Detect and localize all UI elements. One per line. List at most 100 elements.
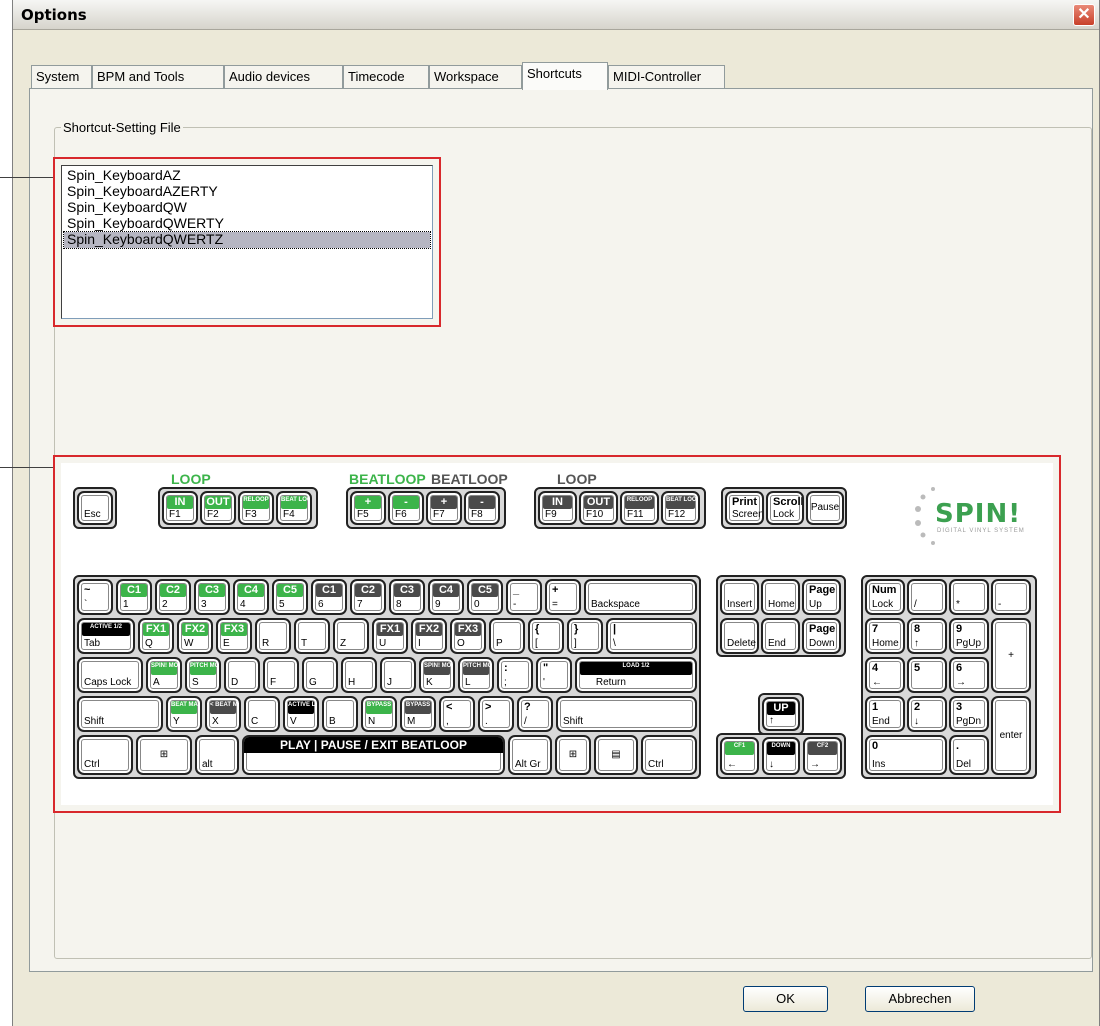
key-tab[interactable]: ACTIVE 1/2 Tab [77, 618, 135, 654]
key-bracket[interactable]: {[ [528, 618, 564, 654]
key-backspace[interactable]: Backspace [584, 579, 697, 615]
tab-timecode[interactable]: Timecode [343, 65, 429, 89]
key-punct[interactable]: ? / [517, 696, 553, 732]
key-space[interactable]: PLAY | PAUSE / EXIT BEATLOOP [242, 735, 505, 775]
key-numpad[interactable]: * [949, 579, 989, 615]
key-u[interactable]: FX1 U [372, 618, 408, 654]
key-digit-9[interactable]: C4 9 [428, 579, 464, 615]
key-numpad[interactable]: 6 → [949, 657, 989, 693]
key-t[interactable]: T [294, 618, 330, 654]
key-o[interactable]: FX3 O [450, 618, 486, 654]
key-bracket[interactable]: }] [567, 618, 603, 654]
key-numpad[interactable]: 3 PgDn [949, 696, 989, 732]
key-k[interactable]: SPIN! MODEK [419, 657, 455, 693]
key-print-screen[interactable]: Print Screen [725, 491, 764, 525]
key-arrow-right[interactable]: CF2 → [803, 737, 842, 775]
key-l[interactable]: PITCH MODEL [458, 657, 494, 693]
key-y[interactable]: BEAT MATCH >Y [166, 696, 202, 732]
key-symbol[interactable]: _ - [506, 579, 542, 615]
key-numpad[interactable]: - [991, 579, 1031, 615]
key-f12[interactable]: BEAT LOOP F12 [661, 491, 700, 525]
key-numpad[interactable]: 9 PgUp [949, 618, 989, 654]
key-x[interactable]: < BEAT MATCHX [205, 696, 241, 732]
key-f7[interactable]: + F7 [426, 491, 462, 525]
list-item[interactable]: Spin_KeyboardAZ [64, 168, 430, 184]
key-j[interactable]: J [380, 657, 416, 693]
close-button[interactable]: ✕ [1073, 4, 1095, 26]
key-digit-1[interactable]: C1 1 [116, 579, 152, 615]
key-numpad[interactable]: 1 End [865, 696, 905, 732]
key-numpad[interactable]: 7 Home [865, 618, 905, 654]
key-arrow-left[interactable]: CF1 ← [720, 737, 759, 775]
key-digit-0[interactable]: C5 0 [467, 579, 503, 615]
list-item[interactable]: Spin_KeyboardQWERTY [64, 216, 430, 232]
key-f4[interactable]: BEAT LOOPF4 [276, 491, 312, 525]
key-e[interactable]: FX3 E [216, 618, 252, 654]
key-caps-lock[interactable]: Caps Lock [77, 657, 143, 693]
ok-button[interactable]: OK [743, 986, 828, 1012]
key-m[interactable]: BYPASS M [400, 696, 436, 732]
key-f[interactable]: F [263, 657, 299, 693]
key-s[interactable]: PITCH MODES [185, 657, 221, 693]
key-f5[interactable]: + F5 [350, 491, 386, 525]
key-digit-7[interactable]: C2 7 [350, 579, 386, 615]
key-f1[interactable]: IN F1 [162, 491, 198, 525]
key-digit-4[interactable]: C4 4 [233, 579, 269, 615]
key-f9[interactable]: IN F9 [538, 491, 577, 525]
key-punct[interactable]: <, [439, 696, 475, 732]
key-windows-left[interactable]: ⊞ [136, 735, 192, 775]
list-item[interactable]: Spin_KeyboardQW [64, 200, 430, 216]
key-alt-gr[interactable]: Alt Gr [508, 735, 552, 775]
key-nav[interactable]: End [761, 618, 800, 654]
tab-shortcuts[interactable]: Shortcuts [522, 62, 608, 90]
key-numpad[interactable]: 4 ← [865, 657, 905, 693]
key-n[interactable]: BYPASS N [361, 696, 397, 732]
list-item[interactable]: Spin_KeyboardAZERTY [64, 184, 430, 200]
key-menu[interactable]: ▤ [594, 735, 638, 775]
key-symbol[interactable]: + = [545, 579, 581, 615]
key-ctrl-right[interactable]: Ctrl [641, 735, 697, 775]
key-pause[interactable]: Pause [806, 491, 844, 525]
key-nav[interactable]: Delete [720, 618, 759, 654]
key-digit-6[interactable]: C1 6 [311, 579, 347, 615]
key-f10[interactable]: OUT F10 [579, 491, 618, 525]
key-numpad-enter[interactable]: enter [991, 696, 1031, 775]
key-digit-3[interactable]: C3 3 [194, 579, 230, 615]
key-numpad-del[interactable]: . Del [949, 735, 989, 775]
key-arrow-up[interactable]: UP ↑ [762, 697, 800, 731]
key-r[interactable]: R [255, 618, 291, 654]
tab-workspace[interactable]: Workspace [429, 65, 522, 89]
key-nav[interactable]: Page Up [802, 579, 841, 615]
key-b[interactable]: B [322, 696, 358, 732]
key-digit-5[interactable]: C5 5 [272, 579, 308, 615]
cancel-button[interactable]: Abbrechen [865, 986, 975, 1012]
tab-bpm-and-tools[interactable]: BPM and Tools [92, 65, 224, 89]
key-arrow-down[interactable]: DOWN ↓ [762, 737, 800, 775]
key-nav[interactable]: Home [761, 579, 800, 615]
key-numpad[interactable]: / [907, 579, 947, 615]
key-f2[interactable]: OUT F2 [200, 491, 236, 525]
key-i[interactable]: FX2 I [411, 618, 447, 654]
key-symbol[interactable]: ~ ` [77, 579, 113, 615]
key-backslash[interactable]: | \ [606, 618, 697, 654]
key-nav[interactable]: Insert [720, 579, 759, 615]
key-windows-right[interactable]: ⊞ [555, 735, 591, 775]
shortcut-file-list[interactable]: Spin_KeyboardAZ Spin_KeyboardAZERTY Spin… [61, 165, 433, 319]
key-shift-left[interactable]: Shift [77, 696, 163, 732]
key-p[interactable]: P [489, 618, 525, 654]
key-punct[interactable]: " ' [536, 657, 572, 693]
key-f8[interactable]: - F8 [464, 491, 500, 525]
key-esc[interactable]: Esc [77, 491, 113, 525]
key-w[interactable]: FX2 W [177, 618, 213, 654]
key-h[interactable]: H [341, 657, 377, 693]
key-scroll-lock[interactable]: Scroll Lock [766, 491, 804, 525]
key-digit-8[interactable]: C3 8 [389, 579, 425, 615]
key-c[interactable]: C [244, 696, 280, 732]
list-item-selected[interactable]: Spin_KeyboardQWERTZ [63, 231, 431, 249]
key-numpad[interactable]: 5 [907, 657, 947, 693]
key-numpad[interactable]: 2 ↓ [907, 696, 947, 732]
tab-midi-controller[interactable]: MIDI-Controller [608, 65, 725, 89]
key-f3[interactable]: RELOOP F3 [238, 491, 274, 525]
key-a[interactable]: SPIN! MODEA [146, 657, 182, 693]
key-punct[interactable]: >. [478, 696, 514, 732]
